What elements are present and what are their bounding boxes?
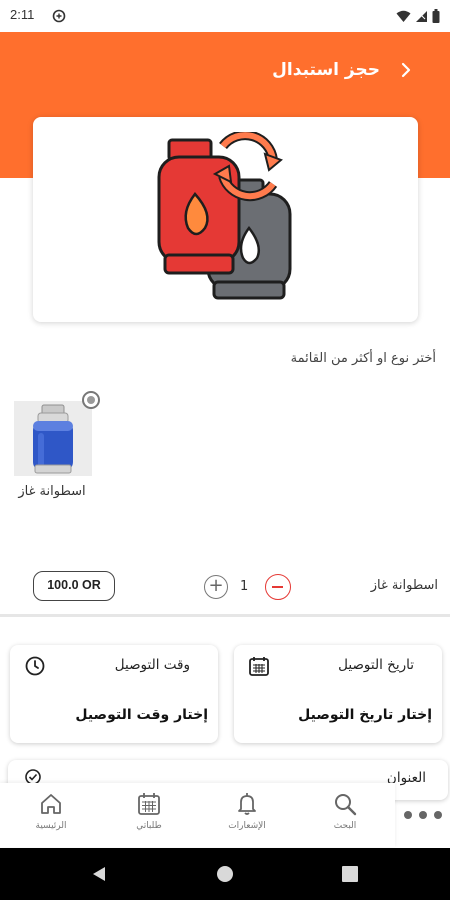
product-option-gas-cylinder[interactable] xyxy=(14,401,92,476)
delivery-time-title: وقت التوصيل xyxy=(114,657,190,673)
decrease-quantity-button[interactable] xyxy=(265,574,291,600)
search-icon xyxy=(335,794,357,816)
system-home-icon[interactable] xyxy=(216,865,234,887)
home-icon xyxy=(41,794,61,814)
delivery-time-picker[interactable]: إختار وقت التوصيل xyxy=(75,707,208,723)
system-recents-icon[interactable] xyxy=(342,866,358,886)
selection-instruction: أختر نوع او أكثر من القائمة xyxy=(290,351,436,366)
quantity-value: 1 xyxy=(240,579,249,594)
price-badge: 100.0 OR xyxy=(33,571,115,601)
signal-icon xyxy=(415,8,428,27)
status-icons xyxy=(396,8,440,27)
nav-item-notifications[interactable]: الإشعارات xyxy=(202,791,292,831)
nav-item-home[interactable]: الرئيسية xyxy=(6,791,96,831)
bell-icon xyxy=(238,793,256,815)
product-label: اسطوانة غاز xyxy=(18,484,86,499)
page-title: حجز استبدال xyxy=(272,60,380,80)
order-summary-row: 100.0 OR + 1 اسطوانة غاز xyxy=(0,567,450,607)
nav-item-search[interactable]: البحث xyxy=(300,791,390,831)
delivery-date-picker[interactable]: إختار تاريخ التوصيل xyxy=(298,707,432,723)
delivery-date-title: تاريخ التوصيل xyxy=(338,657,414,673)
product-radio[interactable] xyxy=(82,391,100,409)
section-divider xyxy=(0,614,450,617)
blue-gas-cylinder-photo xyxy=(14,401,92,476)
gas-cylinder-exchange-illustration xyxy=(151,130,301,311)
status-time: 2:11 xyxy=(10,7,35,22)
nav-label-search: البحث xyxy=(333,821,357,831)
nav-label-orders: طلباتي xyxy=(136,821,162,831)
wifi-icon xyxy=(396,8,411,27)
data-saver-icon xyxy=(52,8,66,27)
more-dots-icon[interactable] xyxy=(395,806,450,826)
battery-icon xyxy=(432,8,440,27)
nav-label-home: الرئيسية xyxy=(35,821,67,831)
chevron-right-icon[interactable] xyxy=(398,60,414,80)
status-bar: 2:11 xyxy=(0,0,450,32)
system-back-icon[interactable] xyxy=(90,865,108,887)
calendar-icon xyxy=(248,655,270,681)
system-navigation-bar xyxy=(0,848,450,900)
nav-label-notifications: الإشعارات xyxy=(228,821,266,831)
increase-quantity-button[interactable]: + xyxy=(204,575,228,599)
delivery-date-card[interactable]: تاريخ التوصيل إختار تاريخ التوصيل xyxy=(234,645,442,743)
delivery-time-card[interactable]: وقت التوصيل إختار وقت التوصيل xyxy=(10,645,218,743)
hero-card xyxy=(33,117,418,322)
nav-item-orders[interactable]: طلباتي xyxy=(104,791,194,831)
clock-icon xyxy=(24,655,46,681)
summary-item-label: اسطوانة غاز xyxy=(370,578,438,593)
calendar-icon xyxy=(138,793,160,815)
bottom-navigation: البحث الإشعارات طلباتي الرئيسية xyxy=(0,783,395,847)
